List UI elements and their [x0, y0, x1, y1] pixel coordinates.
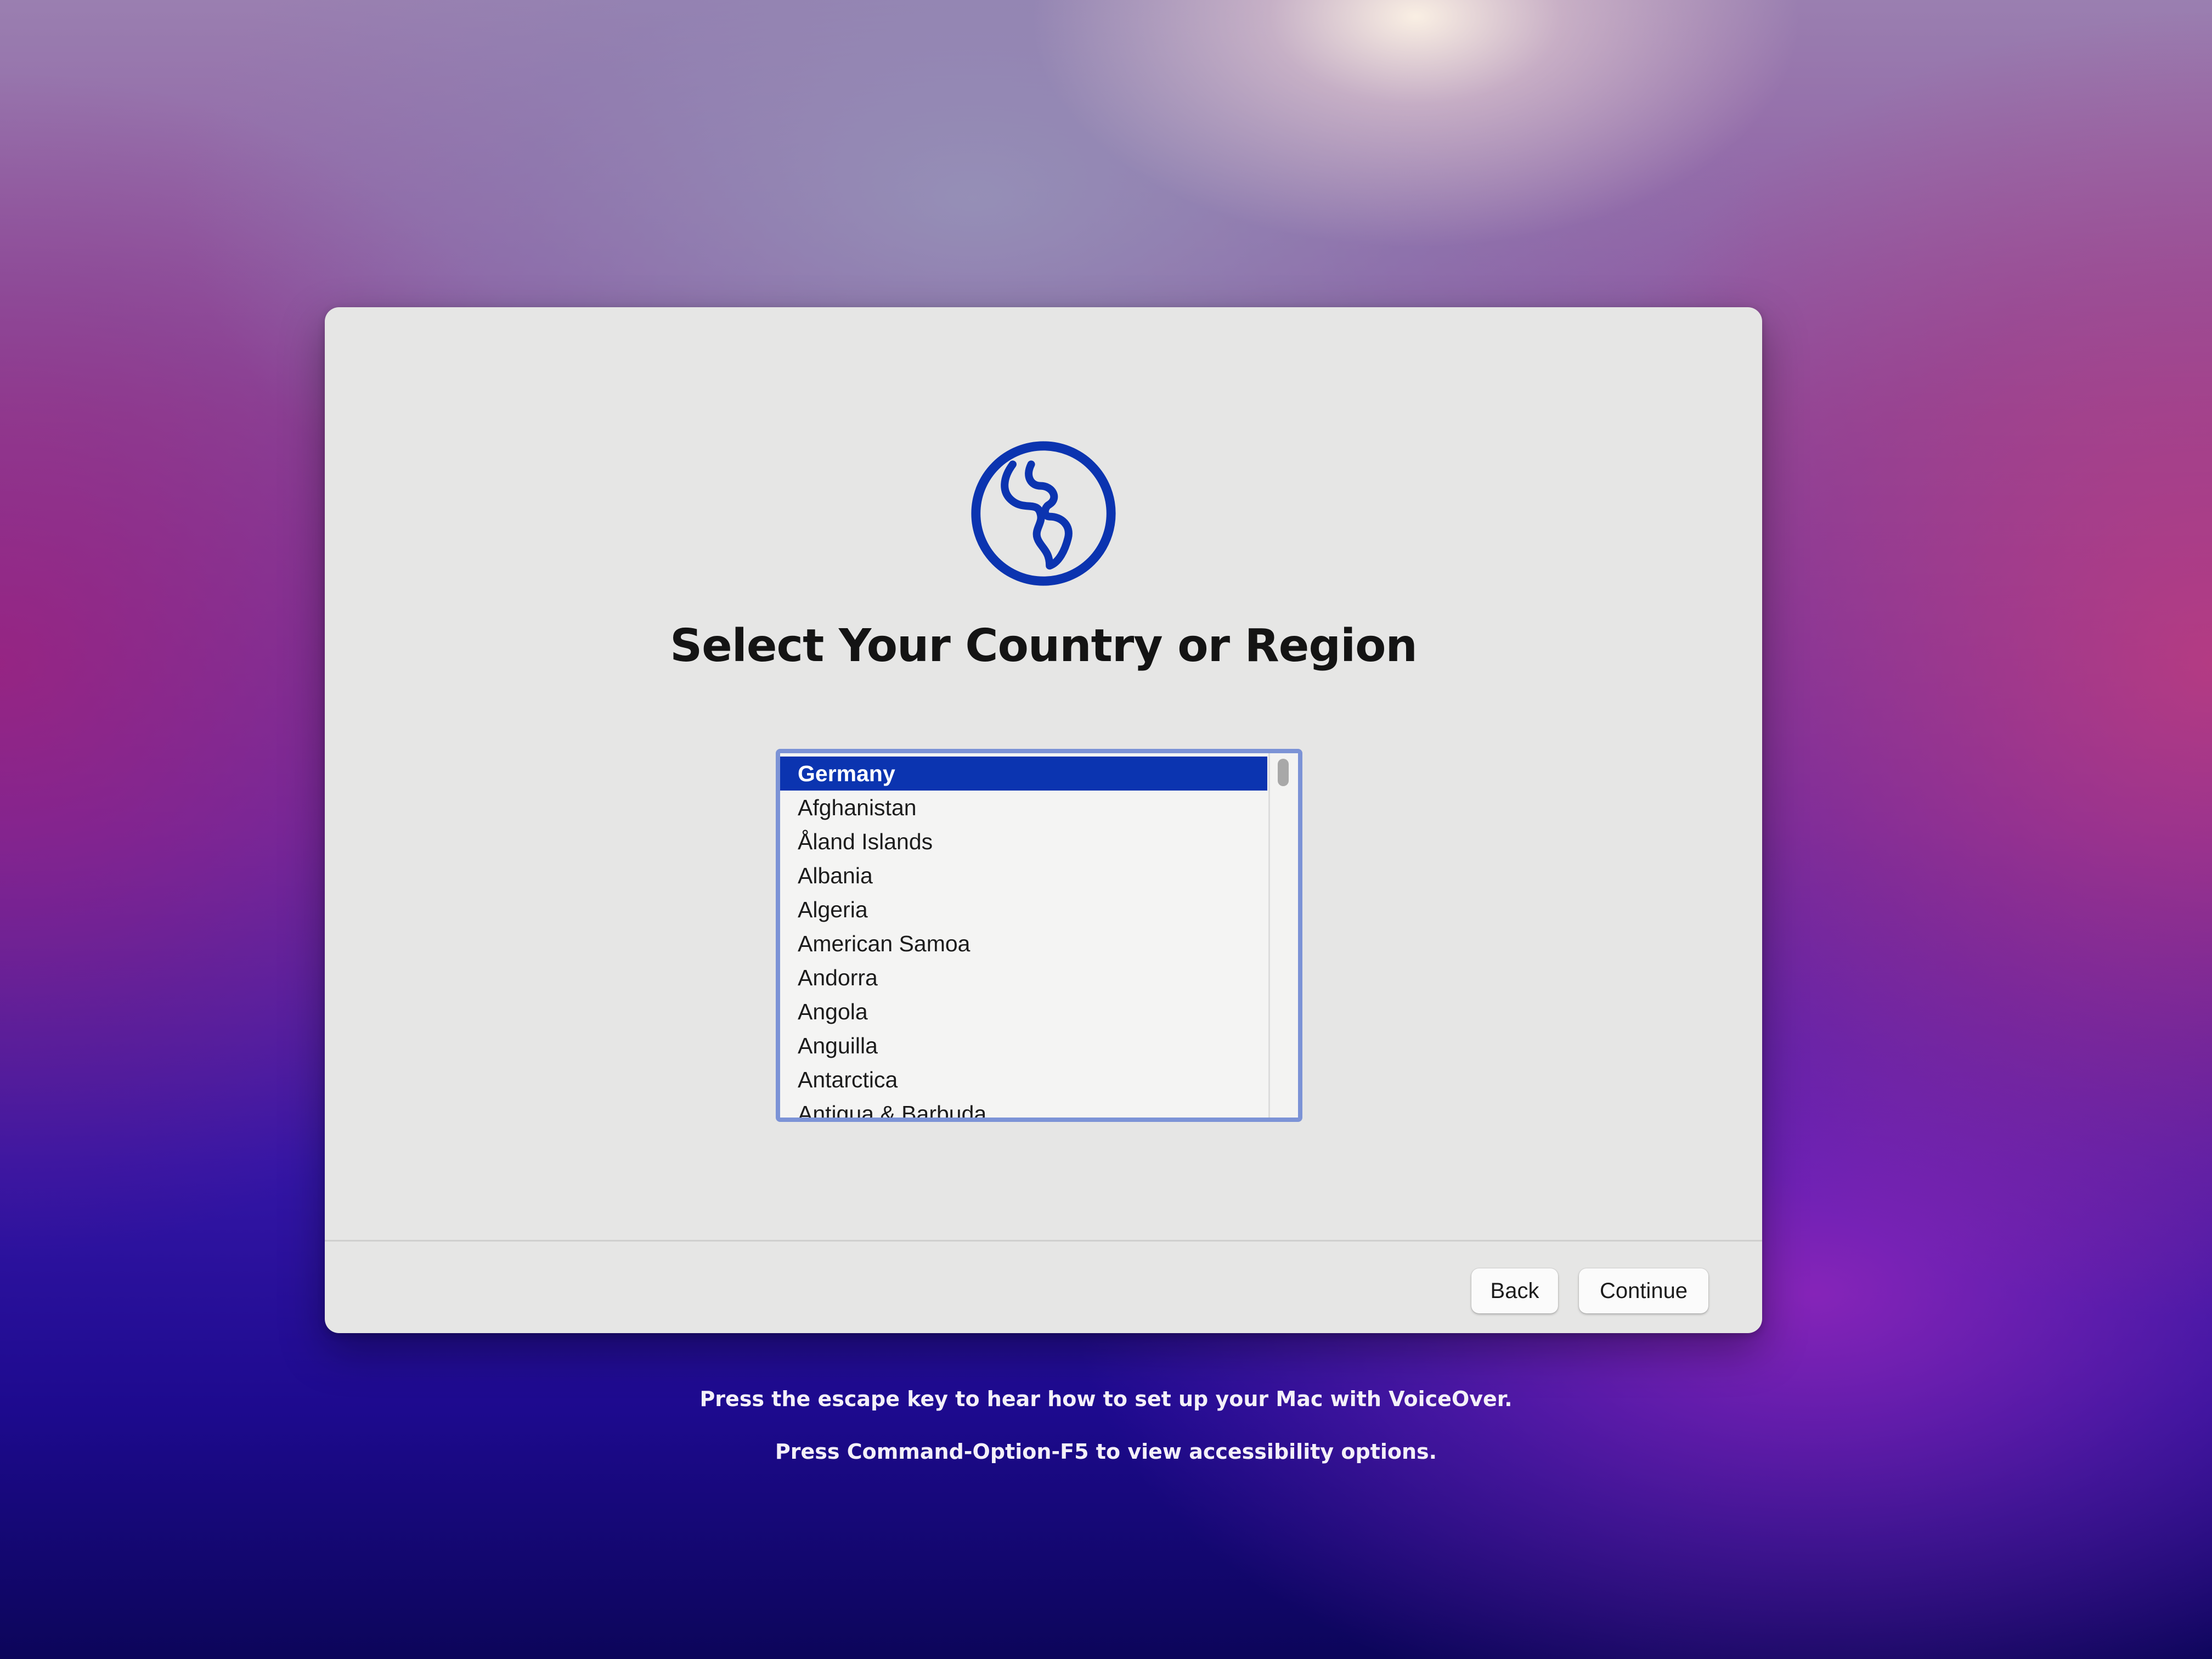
- page-title: Select Your Country or Region: [670, 620, 1418, 672]
- country-list-item[interactable]: Algeria: [780, 893, 1267, 927]
- country-list[interactable]: Germany Afghanistan Åland Islands Albani…: [776, 749, 1302, 1122]
- country-list-item[interactable]: Albania: [780, 859, 1267, 893]
- scrollbar-thumb[interactable]: [1278, 759, 1289, 786]
- country-list-item[interactable]: Antarctica: [780, 1063, 1267, 1097]
- list-scrollbar[interactable]: [1268, 753, 1298, 1118]
- country-list-item[interactable]: Angola: [780, 995, 1267, 1029]
- accessibility-hint: Press Command-Option-F5 to view accessib…: [775, 1440, 1437, 1464]
- globe-icon: [971, 441, 1116, 586]
- country-list-item[interactable]: Åland Islands: [780, 825, 1267, 859]
- continue-button[interactable]: Continue: [1579, 1268, 1708, 1313]
- voiceover-hint: Press the escape key to hear how to set …: [699, 1387, 1513, 1411]
- back-button[interactable]: Back: [1471, 1268, 1558, 1313]
- footer-divider: [325, 1240, 1762, 1242]
- country-list-item-selected[interactable]: Germany: [780, 757, 1267, 791]
- country-list-item[interactable]: Andorra: [780, 961, 1267, 995]
- country-list-item[interactable]: American Samoa: [780, 927, 1267, 961]
- country-list-item[interactable]: Anguilla: [780, 1029, 1267, 1063]
- country-list-item[interactable]: Afghanistan: [780, 791, 1267, 825]
- country-list-item[interactable]: Antigua & Barbuda: [780, 1097, 1267, 1118]
- setup-assistant-window: Select Your Country or Region Germany Af…: [325, 307, 1762, 1333]
